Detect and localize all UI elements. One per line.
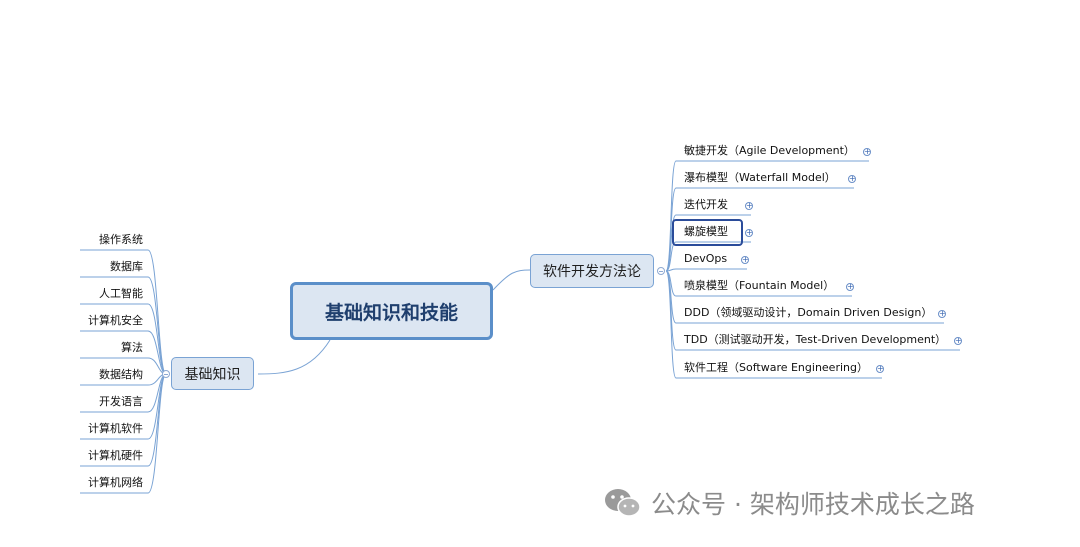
branch-basic-knowledge-label: 基础知识 <box>184 366 241 383</box>
right-leaf-node[interactable]: DDD（领域驱动设计，Domain Driven Design） <box>684 305 932 321</box>
leaf-connector <box>147 373 167 494</box>
expand-node-icon[interactable]: + <box>954 337 962 345</box>
wechat-icon <box>605 489 641 517</box>
right-leaf-node[interactable]: 软件工程（Software Engineering） <box>684 360 868 376</box>
expand-node-icon[interactable]: + <box>745 202 753 210</box>
right-leaf-node[interactable]: 瀑布模型（Waterfall Model） <box>684 170 836 186</box>
left-leaf-node[interactable]: 开发语言 <box>99 394 143 410</box>
left-leaf-node[interactable]: 计算机软件 <box>88 421 143 437</box>
central-topic[interactable]: 基础知识和技能 <box>290 282 493 340</box>
branch-dev-methodology-label: 软件开发方法论 <box>543 264 641 280</box>
central-topic-label: 基础知识和技能 <box>324 301 458 324</box>
expand-node-icon[interactable]: + <box>846 283 854 291</box>
branch-basic-knowledge[interactable]: 基础知识 <box>171 357 254 390</box>
left-leaf-node[interactable]: 操作系统 <box>99 232 143 248</box>
right-leaf-node[interactable]: DevOps <box>684 251 727 267</box>
leaf-connector <box>147 249 167 375</box>
leaf-connector <box>147 373 167 467</box>
collapse-right-branch-icon[interactable] <box>657 267 665 275</box>
expand-node-icon[interactable]: + <box>938 310 946 318</box>
leaf-connector <box>147 276 167 375</box>
left-leaf-node[interactable]: 计算机安全 <box>88 313 143 329</box>
leaf-connector <box>665 270 677 379</box>
right-leaf-node[interactable]: 喷泉模型（Fountain Model） <box>684 278 834 294</box>
right-leaf-node[interactable]: 敏捷开发（Agile Development） <box>684 143 855 159</box>
branch-dev-methodology[interactable]: 软件开发方法论 <box>530 254 654 288</box>
left-leaf-node[interactable]: 计算机硬件 <box>88 448 143 464</box>
collapse-left-branch-icon[interactable] <box>162 370 170 378</box>
right-leaf-node[interactable]: TDD（测试驱动开发，Test-Driven Development） <box>684 332 946 348</box>
expand-node-icon[interactable]: + <box>863 148 871 156</box>
left-leaf-node[interactable]: 数据结构 <box>99 367 143 383</box>
watermark-text: 公众号 · 架构师技术成长之路 <box>651 490 975 519</box>
left-leaf-node[interactable]: 人工智能 <box>99 286 143 302</box>
selected-node-highlight <box>672 219 743 246</box>
left-leaf-node[interactable]: 计算机网络 <box>88 475 143 491</box>
expand-node-icon[interactable]: + <box>745 229 753 237</box>
left-leaf-node[interactable]: 算法 <box>121 340 143 356</box>
expand-node-icon[interactable]: + <box>876 365 884 373</box>
left-leaf-node[interactable]: 数据库 <box>110 259 143 275</box>
expand-node-icon[interactable]: + <box>848 175 856 183</box>
expand-node-icon[interactable]: + <box>741 256 749 264</box>
watermark: 公众号 · 架构师技术成长之路 <box>603 485 975 521</box>
right-leaf-node[interactable]: 迭代开发 <box>684 197 728 213</box>
